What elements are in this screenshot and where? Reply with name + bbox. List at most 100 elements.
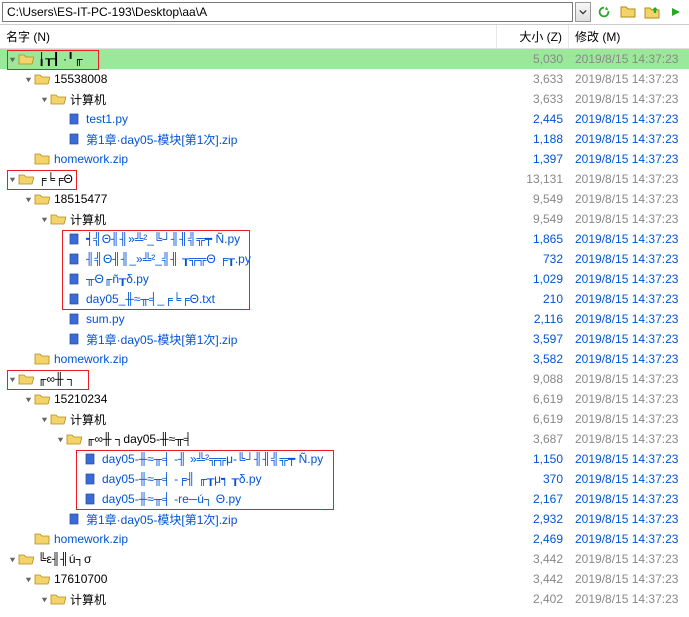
item-size: 370 xyxy=(497,472,569,486)
folder-open-icon xyxy=(66,431,82,447)
item-date: 2019/8/15 14:37:23 xyxy=(569,392,689,406)
folder-row[interactable]: homework.zip3,5822019/8/15 14:37:23 xyxy=(0,349,689,369)
folder-row[interactable]: 计算机2,4022019/8/15 14:37:23 xyxy=(0,589,689,609)
item-label: ╢╣Θ╢╢_»╩²_╣╢ ┰╦╦Θ ╒┰.py xyxy=(86,252,497,266)
file-row[interactable]: test1.py2,4452019/8/15 14:37:23 xyxy=(0,109,689,129)
item-size: 6,619 xyxy=(497,392,569,406)
file-row[interactable]: ┥╣Θ╢╢»╩²_╚┘╢╢╣╦┯ Ñ.py1,8652019/8/15 14:3… xyxy=(0,229,689,249)
item-date: 2019/8/15 14:37:23 xyxy=(569,212,689,226)
item-size: 2,116 xyxy=(497,312,569,326)
item-date: 2019/8/15 14:37:23 xyxy=(569,52,689,66)
item-size: 1,029 xyxy=(497,272,569,286)
twisty-icon[interactable] xyxy=(6,373,18,385)
folder-open-icon xyxy=(34,191,50,207)
twisty-icon[interactable] xyxy=(6,53,18,65)
twisty-icon xyxy=(22,533,34,545)
twisty-icon xyxy=(70,453,82,465)
twisty-icon[interactable] xyxy=(22,73,34,85)
twisty-icon[interactable] xyxy=(22,393,34,405)
twisty-icon[interactable] xyxy=(22,193,34,205)
item-size: 732 xyxy=(497,252,569,266)
item-date: 2019/8/15 14:37:23 xyxy=(569,352,689,366)
item-label: 15210234 xyxy=(54,392,497,406)
file-row[interactable]: sum.py2,1162019/8/15 14:37:23 xyxy=(0,309,689,329)
item-label: 计算机 xyxy=(70,91,497,108)
refresh-button[interactable] xyxy=(593,2,615,22)
folder-row[interactable]: ╓∞╫ ┐day05-╫≈╥╡3,6872019/8/15 14:37:23 xyxy=(0,429,689,449)
folder-open-icon xyxy=(34,391,50,407)
address-dropdown[interactable] xyxy=(575,2,591,22)
folder-open-icon xyxy=(18,171,34,187)
folder-row[interactable]: 185154779,5492019/8/15 14:37:23 xyxy=(0,189,689,209)
file-row[interactable]: day05-╫≈╥╡ -re─ú┐ Θ.py2,1672019/8/15 14:… xyxy=(0,489,689,509)
item-label: day05-╫≈╥╡ -╒╢ ╓┰μ┑ ┰δ.py xyxy=(102,472,497,486)
file-icon xyxy=(66,231,82,247)
item-date: 2019/8/15 14:37:23 xyxy=(569,512,689,526)
item-size: 3,687 xyxy=(497,432,569,446)
folder-row[interactable]: 155380083,6332019/8/15 14:37:23 xyxy=(0,69,689,89)
folder-row[interactable]: 计算机3,6332019/8/15 14:37:23 xyxy=(0,89,689,109)
folder-row[interactable]: 152102346,6192019/8/15 14:37:23 xyxy=(0,389,689,409)
twisty-icon xyxy=(54,273,66,285)
item-date: 2019/8/15 14:37:23 xyxy=(569,272,689,286)
file-icon xyxy=(66,291,82,307)
folder-row[interactable]: homework.zip1,3972019/8/15 14:37:23 xyxy=(0,149,689,169)
item-date: 2019/8/15 14:37:23 xyxy=(569,312,689,326)
folder-row[interactable]: 176107003,4422019/8/15 14:37:23 xyxy=(0,569,689,589)
up-button[interactable] xyxy=(641,2,663,22)
twisty-icon[interactable] xyxy=(22,573,34,585)
folder-row[interactable]: ╒╘╒Θ13,1312019/8/15 14:37:23 xyxy=(0,169,689,189)
twisty-icon[interactable] xyxy=(6,173,18,185)
go-button[interactable] xyxy=(665,2,687,22)
folder-row[interactable]: ╓∞╫ ┐9,0882019/8/15 14:37:23 xyxy=(0,369,689,389)
twisty-icon xyxy=(54,113,66,125)
folder-row[interactable]: 计算机9,5492019/8/15 14:37:23 xyxy=(0,209,689,229)
twisty-icon xyxy=(54,133,66,145)
item-label: homework.zip xyxy=(54,152,497,166)
toolbar xyxy=(0,0,689,25)
address-input[interactable] xyxy=(2,2,573,22)
twisty-icon[interactable] xyxy=(54,433,66,445)
twisty-icon[interactable] xyxy=(6,553,18,565)
item-label: day05-╫≈╥╡ -╢ »╩²╦╦μ-╚┘╢╢╣╦┯ Ñ.py xyxy=(102,452,497,466)
file-row[interactable]: 第1章·day05-模块[第1次].zip3,5972019/8/15 14:3… xyxy=(0,329,689,349)
item-date: 2019/8/15 14:37:23 xyxy=(569,292,689,306)
file-row[interactable]: ╥Θ╓ñ┰δ.py1,0292019/8/15 14:37:23 xyxy=(0,269,689,289)
file-row[interactable]: day05_╫≈╥╡_╒╘╒Θ.txt2102019/8/15 14:37:23 xyxy=(0,289,689,309)
folder-button[interactable] xyxy=(617,2,639,22)
twisty-icon[interactable] xyxy=(38,213,50,225)
item-size: 3,633 xyxy=(497,92,569,106)
folder-row[interactable]: homework.zip2,4692019/8/15 14:37:23 xyxy=(0,529,689,549)
twisty-icon xyxy=(54,293,66,305)
folder-icon xyxy=(34,531,50,547)
item-date: 2019/8/15 14:37:23 xyxy=(569,332,689,346)
file-row[interactable]: 第1章·day05-模块[第1次].zip2,9322019/8/15 14:3… xyxy=(0,509,689,529)
col-header-modified[interactable]: 修改 (M) xyxy=(569,25,689,48)
folder-row[interactable]: ╽┰┨ ·╹╓5,0302019/8/15 14:37:23 xyxy=(0,49,689,69)
file-row[interactable]: day05-╫≈╥╡ -╒╢ ╓┰μ┑ ┰δ.py3702019/8/15 14… xyxy=(0,469,689,489)
column-headers: 名字 (N) 大小 (Z) 修改 (M) xyxy=(0,25,689,49)
file-row[interactable]: ╢╣Θ╢╢_»╩²_╣╢ ┰╦╦Θ ╒┰.py7322019/8/15 14:3… xyxy=(0,249,689,269)
item-date: 2019/8/15 14:37:23 xyxy=(569,552,689,566)
col-header-name[interactable]: 名字 (N) xyxy=(0,25,497,48)
twisty-icon[interactable] xyxy=(38,93,50,105)
item-date: 2019/8/15 14:37:23 xyxy=(569,172,689,186)
twisty-icon[interactable] xyxy=(38,593,50,605)
file-icon xyxy=(66,331,82,347)
col-header-size[interactable]: 大小 (Z) xyxy=(497,25,569,48)
item-label: 15538008 xyxy=(54,72,497,86)
twisty-icon xyxy=(70,493,82,505)
item-size: 2,445 xyxy=(497,112,569,126)
item-size: 3,633 xyxy=(497,72,569,86)
folder-open-icon xyxy=(18,51,34,67)
file-icon xyxy=(82,471,98,487)
file-row[interactable]: day05-╫≈╥╡ -╢ »╩²╦╦μ-╚┘╢╢╣╦┯ Ñ.py1,15020… xyxy=(0,449,689,469)
folder-open-icon xyxy=(50,411,66,427)
folder-row[interactable]: ╚ε╢╢ú┐σ3,4422019/8/15 14:37:23 xyxy=(0,549,689,569)
item-date: 2019/8/15 14:37:23 xyxy=(569,232,689,246)
folder-open-icon xyxy=(34,571,50,587)
folder-row[interactable]: 计算机6,6192019/8/15 14:37:23 xyxy=(0,409,689,429)
item-size: 3,582 xyxy=(497,352,569,366)
twisty-icon[interactable] xyxy=(38,413,50,425)
file-row[interactable]: 第1章·day05-模块[第1次].zip1,1882019/8/15 14:3… xyxy=(0,129,689,149)
